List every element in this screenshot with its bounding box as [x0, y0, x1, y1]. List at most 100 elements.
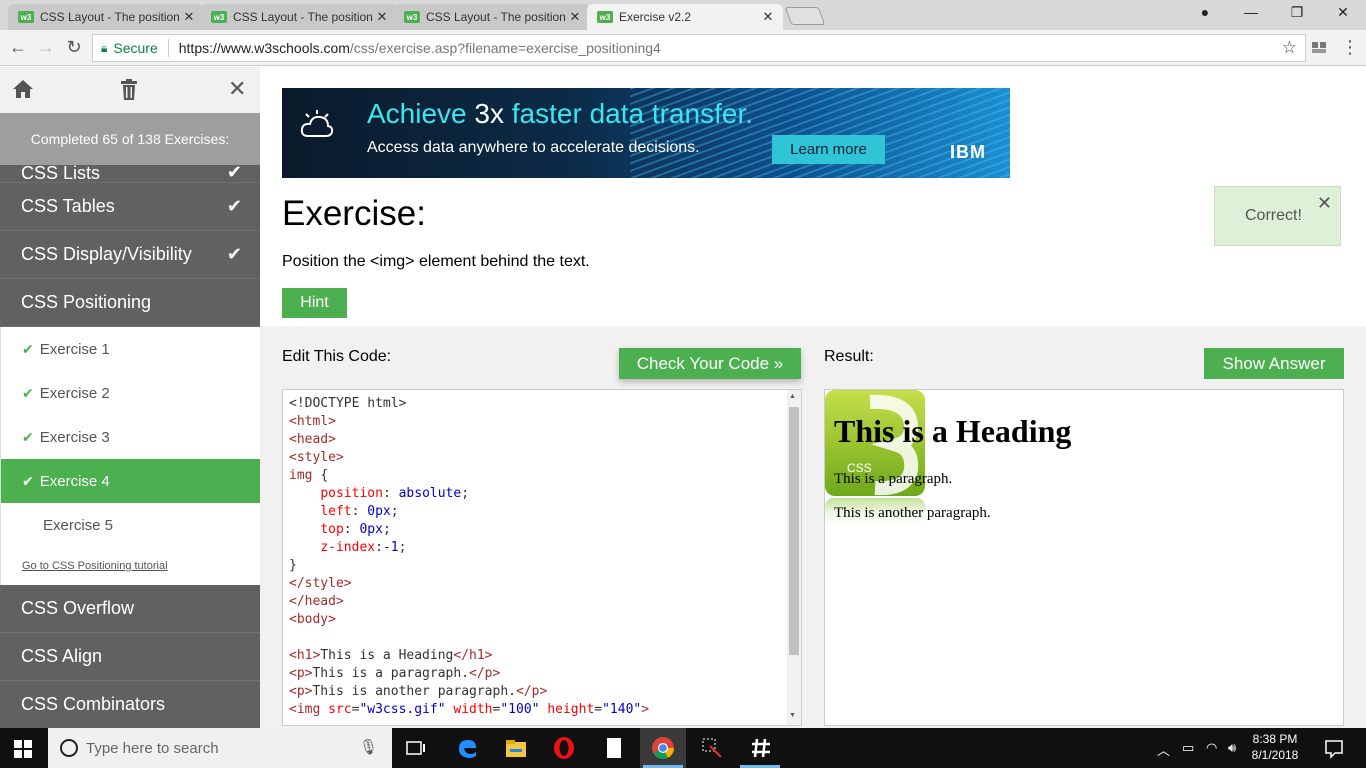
exercise-item-3[interactable]: ✔ Exercise 3 [1, 415, 260, 459]
result-paragraph-2: This is another paragraph. [834, 505, 991, 521]
browser-tab[interactable]: w3 CSS Layout - The position ✕ [8, 4, 204, 30]
task-view-icon[interactable] [404, 736, 428, 760]
close-sidebar-icon[interactable]: ✕ [228, 76, 246, 102]
bookmark-star-icon[interactable]: ☆ [1282, 38, 1297, 58]
battery-icon[interactable]: ▭ [1182, 740, 1194, 756]
scroll-down-icon[interactable]: ▼ [789, 712, 796, 719]
checkmark-icon: ✔ [226, 196, 242, 216]
sidebar-section-css-positioning[interactable]: CSS Positioning [0, 279, 260, 327]
sidebar-section-css-align[interactable]: CSS Align [0, 633, 260, 681]
section-label: CSS Overflow [21, 598, 135, 618]
tab-title: CSS Layout - The position [40, 10, 180, 24]
main-content: Achieve 3x faster data transfer. Access … [260, 67, 1366, 728]
sidebar-section-css-tables[interactable]: CSS Tables ✔ [0, 183, 260, 231]
hint-button[interactable]: Hint [282, 288, 347, 318]
browser-tab[interactable]: w3 CSS Layout - The position ✕ [394, 4, 590, 30]
trash-icon[interactable] [120, 79, 138, 101]
sidebar-section-css-overflow[interactable]: CSS Overflow [0, 585, 260, 633]
slack-icon[interactable] [749, 736, 773, 760]
windows-taskbar: Type here to search 🎙︎ ︿ ▭ ◠ 🔊︎ 8:38 PM … [0, 728, 1366, 768]
checkmark-icon: ✔ [226, 244, 242, 264]
menu-kebab-icon[interactable]: ⋮ [1338, 37, 1362, 58]
exercise-item-2[interactable]: ✔ Exercise 2 [1, 371, 260, 415]
w3schools-favicon-icon: w3 [597, 11, 613, 23]
close-tab-icon[interactable]: ✕ [180, 9, 198, 25]
profile-icon[interactable]: ● [1190, 4, 1220, 20]
browser-tab-active[interactable]: w3 Exercise v2.2 ✕ [587, 4, 783, 30]
divider [167, 39, 169, 57]
close-alert-icon[interactable]: ✕ [1317, 193, 1332, 214]
microphone-icon[interactable]: 🎙︎ [359, 738, 378, 756]
url-bar[interactable]: 🔒︎ Secure https://www.w3schools.com /css… [92, 34, 1306, 62]
action-center-icon[interactable] [1322, 736, 1346, 760]
section-label: CSS Positioning [21, 292, 152, 312]
browser-tab-bar: w3 CSS Layout - The position ✕ w3 CSS La… [0, 0, 1366, 30]
w3schools-favicon-icon: w3 [211, 11, 227, 23]
section-label: CSS Lists [21, 163, 101, 183]
result-heading: This is a Heading [834, 413, 1072, 449]
scroll-up-icon[interactable]: ▲ [789, 393, 796, 400]
close-tab-icon[interactable]: ✕ [566, 9, 584, 25]
section-label: CSS Tables [21, 196, 115, 216]
code-content[interactable]: <!DOCTYPE html> <html> <head> <style> im… [283, 390, 801, 719]
notepad-icon[interactable] [602, 736, 626, 760]
check-code-button[interactable]: Check Your Code » [619, 348, 801, 379]
tutorial-link[interactable]: Go to CSS Positioning tutorial [1, 547, 260, 585]
checkmark-icon: ✔ [22, 472, 34, 489]
code-editor[interactable]: <!DOCTYPE html> <html> <head> <style> im… [282, 389, 802, 726]
close-tab-icon[interactable]: ✕ [759, 9, 777, 25]
scroll-thumb[interactable] [789, 407, 799, 655]
file-explorer-icon[interactable] [504, 736, 528, 760]
opera-icon[interactable] [552, 736, 576, 760]
exercise-task: Position the <img> element behind the te… [282, 253, 590, 270]
show-hidden-icons[interactable]: ︿ [1157, 740, 1170, 759]
back-arrow-icon[interactable]: ← [6, 37, 30, 58]
tab-title: CSS Layout - The position [233, 10, 373, 24]
close-tab-icon[interactable]: ✕ [373, 9, 391, 25]
windows-start-icon[interactable] [14, 740, 32, 758]
exercise-item-4[interactable]: ✔ Exercise 4 [1, 459, 260, 503]
minimize-icon[interactable]: — [1236, 4, 1266, 20]
w3schools-favicon-icon: w3 [404, 11, 420, 23]
edit-code-label: Edit This Code: [282, 348, 392, 365]
lock-icon: 🔒︎ [101, 40, 108, 55]
sidebar-section-css-combinators[interactable]: CSS Combinators [0, 681, 260, 728]
extension-icon[interactable] [1311, 39, 1327, 55]
result-frame: CSS This is a Heading This is a paragrap… [824, 389, 1344, 726]
clock-time: 8:38 PM [1252, 732, 1298, 746]
reload-icon[interactable]: ↻ [62, 37, 86, 58]
forward-arrow-icon[interactable]: → [34, 37, 58, 58]
exercise-item-1[interactable]: ✔ Exercise 1 [1, 327, 260, 371]
clock-date: 8/1/2018 [1251, 748, 1299, 762]
sidebar-section-css-lists[interactable]: CSS Lists ✔ [0, 162, 260, 183]
checkmark-icon: ✔ [22, 340, 34, 357]
w3schools-favicon-icon: w3 [18, 11, 34, 23]
exercise-label: Exercise 1 [39, 340, 110, 358]
editor-scrollbar[interactable]: ▲ ▼ [787, 390, 801, 725]
snipping-tool-icon[interactable] [700, 736, 724, 760]
show-answer-button[interactable]: Show Answer [1204, 348, 1344, 379]
url-host: https://www.w3schools.com [178, 40, 350, 56]
taskbar-search[interactable]: Type here to search 🎙︎ [48, 728, 392, 768]
maximize-icon[interactable]: ❐ [1282, 4, 1312, 21]
result-paragraph-1: This is a paragraph. [834, 471, 953, 487]
section-label: CSS Align [21, 646, 103, 666]
close-window-icon[interactable]: ✕ [1328, 4, 1358, 21]
ad-banner[interactable]: Achieve 3x faster data transfer. Access … [282, 88, 1010, 178]
new-tab-button[interactable] [784, 7, 826, 25]
browser-tab[interactable]: w3 CSS Layout - The position ✕ [201, 4, 397, 30]
sidebar-section-css-display-visibility[interactable]: CSS Display/Visibility ✔ [0, 231, 260, 279]
exercise-item-5[interactable]: Exercise 5 [1, 503, 260, 547]
tab-title: Exercise v2.2 [619, 10, 692, 24]
result-label: Result: [824, 348, 874, 365]
learn-more-button[interactable]: Learn more [772, 135, 885, 164]
chrome-icon[interactable] [651, 736, 675, 760]
wifi-icon[interactable]: ◠ [1206, 740, 1217, 756]
volume-icon[interactable]: 🔊︎ [1228, 740, 1236, 756]
taskbar-clock[interactable]: 8:38 PM 8/1/2018 [1244, 731, 1306, 763]
ad-headline: Achieve 3x faster data transfer. [367, 98, 754, 129]
home-icon[interactable] [12, 79, 34, 99]
secure-label: Secure [113, 40, 158, 56]
edge-icon[interactable] [455, 736, 479, 760]
correct-alert: Correct! ✕ [1214, 186, 1341, 246]
